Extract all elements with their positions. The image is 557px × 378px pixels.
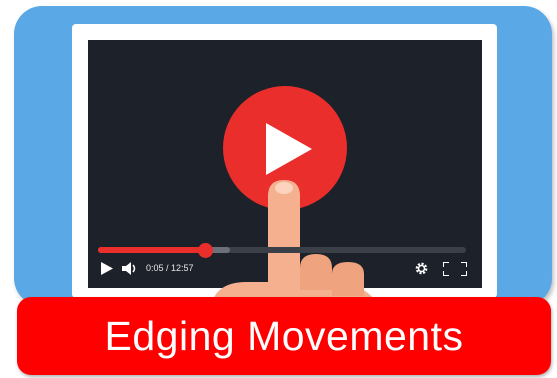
- settings-icon[interactable]: [414, 261, 429, 276]
- banner-title: Edging Movements: [104, 312, 464, 359]
- play-icon[interactable]: [101, 262, 113, 275]
- progress-fill: [98, 247, 205, 253]
- time-display: 0:05 / 12:57: [146, 263, 194, 273]
- fullscreen-icon[interactable]: [443, 262, 467, 276]
- volume-icon[interactable]: [122, 262, 138, 275]
- progress-scrubber[interactable]: [198, 243, 213, 258]
- finger-overlay: [268, 180, 300, 230]
